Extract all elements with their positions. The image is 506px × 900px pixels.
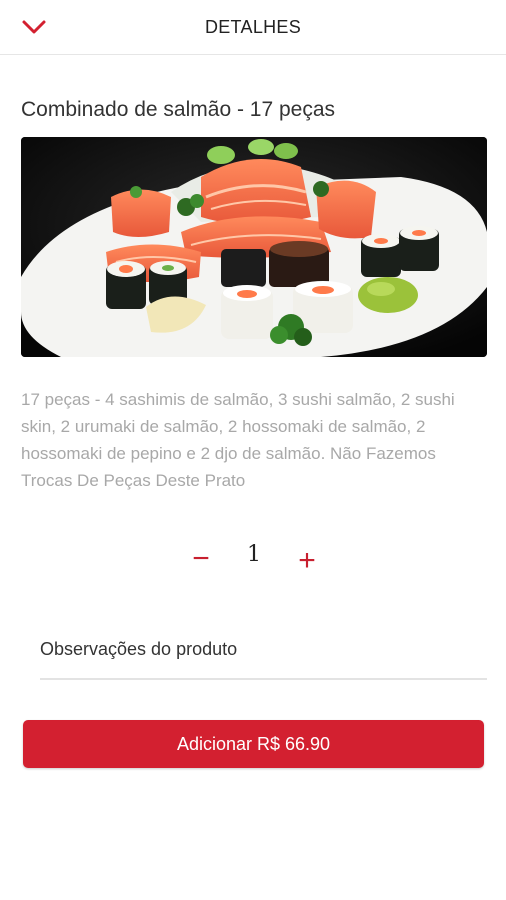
add-to-cart-button[interactable]: Adicionar R$ 66.90 [23,720,484,768]
product-title: Combinado de salmão - 17 peças [21,98,336,121]
decrease-quantity-button[interactable]: − [188,542,214,576]
product-description: 17 peças - 4 sashimis de salmão, 3 sushi… [21,390,455,490]
increase-quantity-button[interactable]: + [294,542,320,577]
header-bar: DETALHES [0,0,506,55]
quantity-stepper: − 1 + [0,540,506,580]
observations-field [40,632,487,680]
product-image [21,137,487,357]
page-title: DETALHES [204,17,302,37]
quantity-value: 1 [247,542,261,567]
observations-input[interactable] [40,632,487,660]
